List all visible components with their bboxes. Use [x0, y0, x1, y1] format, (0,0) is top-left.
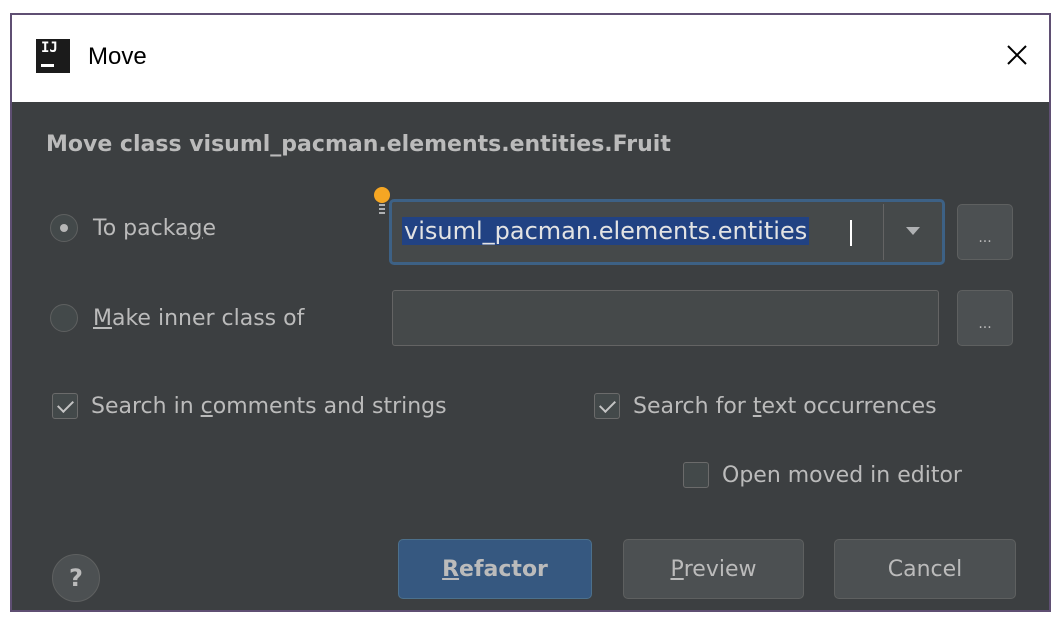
- search-text-checkbox[interactable]: [594, 393, 620, 419]
- package-input[interactable]: visuml_pacman.elements.entities: [394, 204, 884, 260]
- dialog-title: Move: [88, 43, 147, 70]
- browse-class-button[interactable]: ...: [957, 290, 1013, 346]
- search-comments-label: Search in comments and strings: [91, 393, 447, 419]
- intellij-app-icon: IJ: [36, 39, 70, 73]
- to-package-label: To package: [93, 215, 217, 241]
- dialog-heading: Move class visuml_pacman.elements.entiti…: [46, 132, 671, 157]
- dialog-content: Move class visuml_pacman.elements.entiti…: [12, 102, 1049, 610]
- cancel-button[interactable]: Cancel: [834, 539, 1016, 599]
- inner-class-option[interactable]: Make inner class of: [50, 304, 304, 332]
- inner-class-label: Make inner class of: [93, 305, 305, 331]
- inner-class-radio[interactable]: [50, 304, 78, 332]
- preview-button[interactable]: Preview: [623, 539, 804, 599]
- open-in-editor-checkbox[interactable]: [683, 462, 709, 488]
- search-comments-option[interactable]: Search in comments and strings: [52, 393, 447, 419]
- refactor-button[interactable]: Refactor: [398, 539, 592, 599]
- title-bar: IJ Move: [12, 15, 1049, 102]
- open-in-editor-label: Open moved in editor: [722, 462, 962, 488]
- search-comments-checkbox[interactable]: [52, 393, 78, 419]
- close-icon: [1007, 45, 1027, 65]
- chevron-down-icon[interactable]: [886, 202, 942, 262]
- search-text-label: Search for text occurrences: [633, 393, 937, 419]
- close-button[interactable]: [999, 37, 1035, 73]
- to-package-option[interactable]: To package: [50, 214, 216, 242]
- package-combobox[interactable]: visuml_pacman.elements.entities: [389, 199, 945, 265]
- help-button[interactable]: ?: [52, 554, 100, 602]
- text-caret: [850, 220, 852, 246]
- open-in-editor-option[interactable]: Open moved in editor: [683, 462, 962, 488]
- search-text-option[interactable]: Search for text occurrences: [594, 393, 937, 419]
- move-dialog: IJ Move Move class visuml_pacman.element…: [10, 13, 1051, 612]
- to-package-radio[interactable]: [50, 214, 78, 242]
- inner-class-input[interactable]: [392, 290, 939, 346]
- package-input-value: visuml_pacman.elements.entities: [402, 217, 810, 245]
- browse-package-button[interactable]: ...: [957, 204, 1013, 260]
